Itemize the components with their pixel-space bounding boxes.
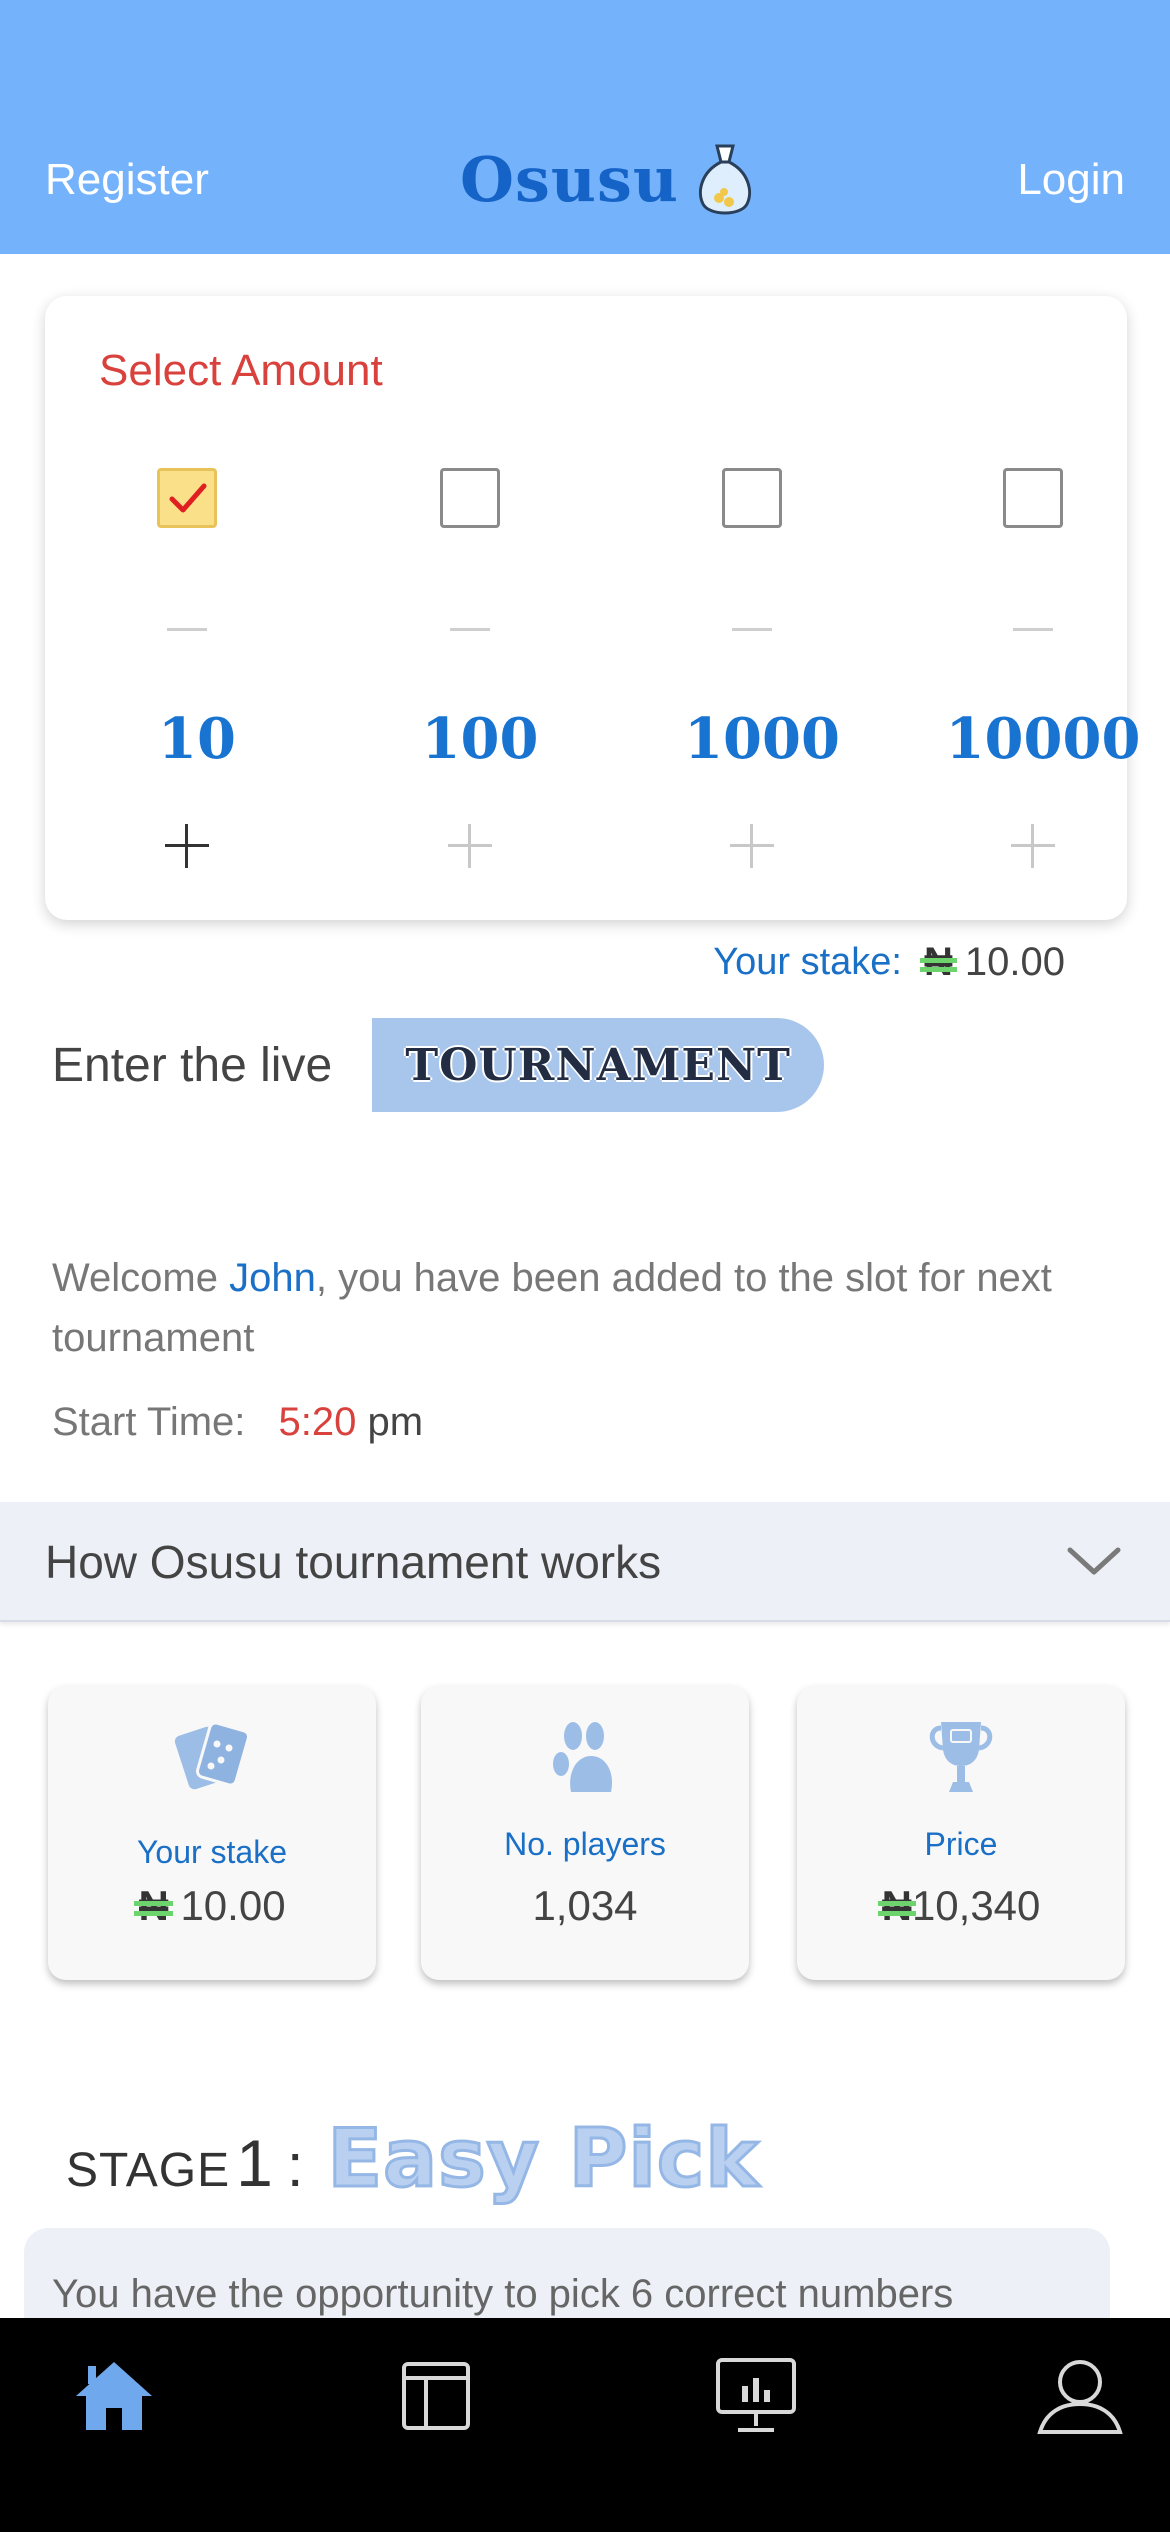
- tab-stats[interactable]: [706, 2346, 806, 2446]
- amount-checkbox[interactable]: [722, 468, 782, 528]
- welcome-prefix: Welcome: [52, 1256, 230, 1300]
- amount-option-100: 100: [360, 296, 600, 920]
- app-header: Register Osusu Login: [0, 0, 1170, 254]
- stat-amount: 10,340: [911, 1882, 1041, 1929]
- amount-value: 10: [158, 706, 236, 772]
- profile-icon: [1037, 2360, 1123, 2434]
- stat-card-price: Price ₦10,340: [797, 1686, 1125, 1980]
- amount-checkbox[interactable]: [1003, 468, 1063, 528]
- home-icon: [76, 2362, 152, 2430]
- amount-option-1000: 1000: [642, 296, 882, 920]
- stage-description: You have the opportunity to pick 6 corre…: [52, 2272, 954, 2316]
- trophy-icon: [929, 1722, 993, 1792]
- chevron-down-icon: [1067, 1547, 1121, 1575]
- start-time-ampm: pm: [367, 1400, 424, 1444]
- stake-summary: Your stake: ₦ 10.00: [713, 940, 1065, 985]
- stage-heading: STAGE 1 : Easy Pick: [66, 2111, 760, 2207]
- amount-value: 1000: [684, 706, 840, 772]
- how-it-works-accordion[interactable]: How Osusu tournament works: [0, 1502, 1170, 1622]
- tournament-button[interactable]: TOURNAMENT: [372, 1018, 825, 1112]
- chart-monitor-icon: [716, 2358, 796, 2432]
- select-amount-card: Select Amount 10 100 1000 10000: [45, 296, 1140, 920]
- stat-value: ₦ 10.00: [48, 1882, 376, 1930]
- register-link[interactable]: Register: [45, 155, 209, 205]
- stage-title: Easy Pick: [326, 2111, 760, 2207]
- stat-label: Your stake: [136, 1834, 288, 1870]
- layout-icon: [402, 2362, 470, 2430]
- checkmark-icon: [169, 483, 207, 513]
- start-time-label: Start Time:: [52, 1400, 246, 1444]
- money-bag-icon: [698, 144, 752, 215]
- stake-label: Your stake:: [713, 941, 902, 983]
- naira-symbol: ₦: [877, 1882, 917, 1929]
- decrement-button[interactable]: [167, 628, 207, 631]
- user-name: John: [229, 1256, 316, 1300]
- amount-checkbox[interactable]: [440, 468, 500, 528]
- stat-value: 1,034: [532, 1882, 638, 1929]
- cards-icon: [174, 1721, 251, 1790]
- amount-option-10: 10: [77, 296, 317, 920]
- amount-checkbox[interactable]: [157, 468, 217, 528]
- start-time: Start Time: 5:20 pm: [52, 1400, 423, 1445]
- stat-card-stake: Your stake ₦ 10.00: [48, 1686, 376, 1980]
- stage-colon: :: [286, 2132, 304, 2199]
- brand-name: Osusu: [460, 142, 679, 216]
- amount-option-10000: 10000: [923, 296, 1163, 920]
- amount-value: 100: [421, 706, 539, 772]
- stat-label: No. players: [504, 1826, 666, 1862]
- stat-card-players: No. players 1,034: [421, 1686, 749, 1980]
- start-time-value: 5:20: [278, 1400, 357, 1444]
- naira-symbol: ₦: [920, 940, 957, 984]
- amount-value: 10000: [945, 706, 1141, 772]
- stat-label: Price: [924, 1826, 998, 1862]
- tab-profile[interactable]: [1030, 2346, 1130, 2446]
- tab-layout[interactable]: [386, 2346, 486, 2446]
- enter-tournament-row: Enter the live TOURNAMENT: [52, 1018, 825, 1112]
- decrement-button[interactable]: [450, 628, 490, 631]
- decrement-button[interactable]: [732, 628, 772, 631]
- how-it-works-label: How Osusu tournament works: [45, 1536, 662, 1588]
- increment-button[interactable]: [1011, 824, 1055, 868]
- stake-amount: 10.00: [964, 940, 1065, 984]
- stat-amount: 10.00: [180, 1882, 286, 1929]
- players-icon: [553, 1722, 613, 1792]
- tournament-button-label: TOURNAMENT: [405, 1039, 791, 1091]
- tab-home[interactable]: [64, 2346, 164, 2446]
- naira-symbol: ₦: [134, 1882, 174, 1929]
- stat-value: ₦10,340: [797, 1882, 1125, 1930]
- increment-button[interactable]: [448, 824, 492, 868]
- stage-number: 1: [236, 2126, 273, 2200]
- enter-live-text: Enter the live: [52, 1038, 333, 1092]
- increment-button[interactable]: [165, 824, 209, 868]
- welcome-message: Welcome John, you have been added to the…: [52, 1248, 1112, 1368]
- decrement-button[interactable]: [1013, 628, 1053, 631]
- stage-word: STAGE: [66, 2144, 231, 2197]
- brand-logo: Osusu: [460, 140, 757, 218]
- increment-button[interactable]: [730, 824, 774, 868]
- bottom-tab-bar: [0, 2318, 1170, 2532]
- login-link[interactable]: Login: [1017, 155, 1125, 205]
